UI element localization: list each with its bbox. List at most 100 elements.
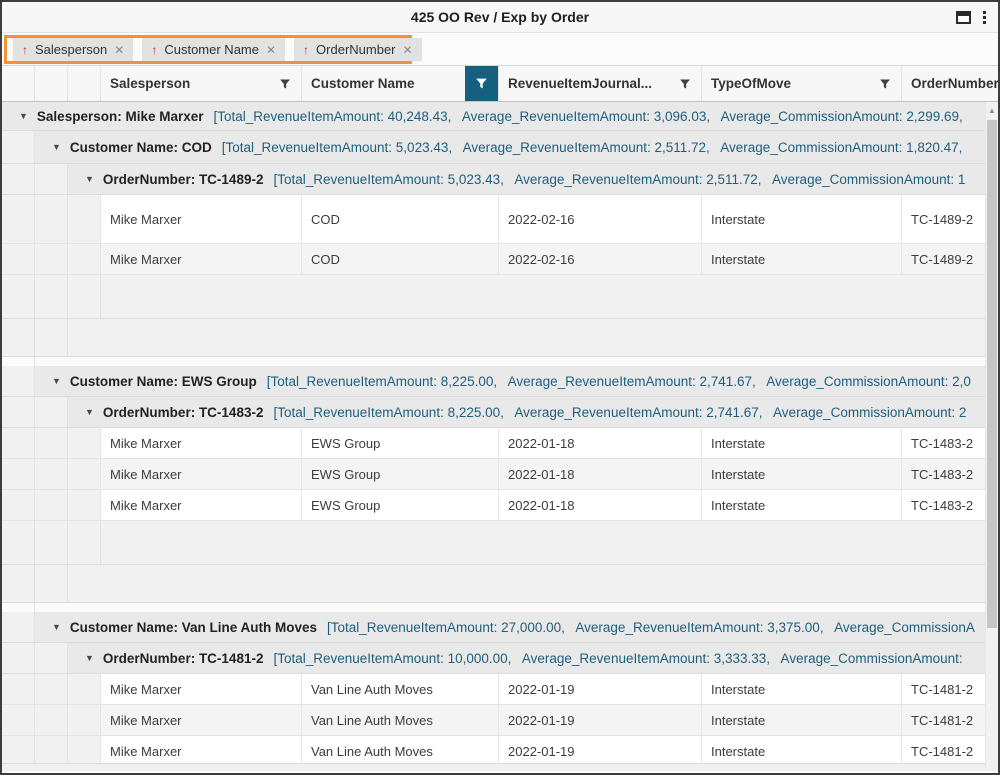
filter-funnel-icon[interactable] [879,78,891,90]
cell-customer-name[interactable]: Van Line Auth Moves [302,674,499,704]
triangle-down-icon[interactable]: ▼ [19,111,28,121]
sort-ascending-arrow-icon: ↑ [151,44,157,56]
column-header-ordernumber[interactable]: OrderNumber [902,66,998,101]
triangle-down-icon[interactable]: ▼ [52,142,61,152]
vertical-scrollbar-thumb[interactable] [987,120,997,628]
cell-ordernumber[interactable]: TC-1489-2 [902,195,998,243]
group-summary: [Total_RevenueItemAmount: 5,023.43, Aver… [273,172,965,187]
cell-ordernumber[interactable]: TC-1483-2 [902,428,998,458]
header-indent-cell [35,66,68,101]
cell-ordernumber[interactable]: TC-1483-2 [902,459,998,489]
column-header-salesperson[interactable]: Salesperson [101,66,302,101]
cell-typeofmove[interactable]: Interstate [702,195,902,243]
cell-journal-date[interactable]: 2022-01-18 [499,490,702,520]
close-icon[interactable]: ✕ [114,44,124,56]
close-icon[interactable]: ✕ [403,44,413,56]
cell-salesperson[interactable]: Mike Marxer [101,428,302,458]
cell-customer-name[interactable]: COD [302,244,499,274]
cell-salesperson[interactable]: Mike Marxer [101,490,302,520]
group-label: Customer Name: COD [70,140,212,155]
cell-customer-name[interactable]: Van Line Auth Moves [302,705,499,735]
filter-funnel-icon[interactable] [279,78,291,90]
group-row-order[interactable]: ▼ OrderNumber: TC-1483-2 [Total_RevenueI… [2,397,998,428]
column-header-typeofmove[interactable]: TypeOfMove [702,66,902,101]
sort-ascending-arrow-icon: ↑ [303,44,309,56]
cell-typeofmove[interactable]: Interstate [702,244,902,274]
cell-journal-date[interactable]: 2022-01-18 [499,459,702,489]
table-row[interactable]: Mike Marxer COD 2022-02-16 Interstate TC… [2,244,998,275]
titlebar: 425 OO Rev / Exp by Order [2,2,998,33]
header-indent-cell [68,66,101,101]
table-row[interactable]: Mike Marxer Van Line Auth Moves 2022-01-… [2,674,998,705]
cell-customer-name[interactable]: EWS Group [302,459,499,489]
filter-funnel-icon[interactable] [679,78,691,90]
group-label: Customer Name: EWS Group [70,374,257,389]
cell-customer-name[interactable]: Van Line Auth Moves [302,736,499,766]
triangle-down-icon[interactable]: ▼ [85,407,94,417]
cell-journal-date[interactable]: 2022-01-19 [499,736,702,766]
column-header-revenueitemjournal[interactable]: RevenueItemJournal... [499,66,702,101]
group-row-customer[interactable]: ▼ Customer Name: Van Line Auth Moves [To… [2,612,998,643]
cell-salesperson[interactable]: Mike Marxer [101,195,302,243]
cell-customer-name[interactable]: COD [302,195,499,243]
cell-ordernumber[interactable]: TC-1489-2 [902,244,998,274]
column-header-customer-name[interactable]: Customer Name [302,66,499,101]
filter-funnel-active-icon[interactable] [465,66,498,101]
group-chip-ordernumber[interactable]: ↑ OrderNumber ✕ [294,38,422,61]
page-title: 425 OO Rev / Exp by Order [2,2,998,32]
group-summary: [Total_RevenueItemAmount: 8,225.00, Aver… [267,374,971,389]
group-label: OrderNumber: TC-1481-2 [103,651,264,666]
cell-customer-name[interactable]: EWS Group [302,490,499,520]
cell-salesperson[interactable]: Mike Marxer [101,244,302,274]
cell-ordernumber[interactable]: TC-1483-2 [902,490,998,520]
cell-journal-date[interactable]: 2022-01-19 [499,705,702,735]
group-label: Salesperson: Mike Marxer [37,109,204,124]
cell-salesperson[interactable]: Mike Marxer [101,705,302,735]
grid-body: ▼ Salesperson: Mike Marxer [Total_Revenu… [2,102,998,771]
cell-customer-name[interactable]: EWS Group [302,428,499,458]
horizontal-scrollbar[interactable] [2,763,985,771]
group-spacer [2,357,998,366]
cell-ordernumber[interactable]: TC-1481-2 [902,705,998,735]
group-by-panel[interactable]: ↑ Salesperson ✕ ↑ Customer Name ✕ ↑ Orde… [2,33,998,66]
triangle-down-icon[interactable]: ▼ [85,174,94,184]
cell-typeofmove[interactable]: Interstate [702,490,902,520]
group-chip-salesperson[interactable]: ↑ Salesperson ✕ [13,38,133,61]
cell-typeofmove[interactable]: Interstate [702,459,902,489]
group-chip-customer-name[interactable]: ↑ Customer Name ✕ [142,38,285,61]
group-row-customer[interactable]: ▼ Customer Name: EWS Group [Total_Revenu… [2,366,998,397]
cell-salesperson[interactable]: Mike Marxer [101,459,302,489]
cell-typeofmove[interactable]: Interstate [702,674,902,704]
cell-journal-date[interactable]: 2022-01-18 [499,428,702,458]
cell-journal-date[interactable]: 2022-02-16 [499,195,702,243]
triangle-down-icon[interactable]: ▼ [52,622,61,632]
window-icon[interactable] [956,11,971,24]
table-row[interactable]: Mike Marxer EWS Group 2022-01-18 Interst… [2,428,998,459]
vertical-scrollbar[interactable]: ▲ [985,102,998,771]
table-row[interactable]: Mike Marxer Van Line Auth Moves 2022-01-… [2,705,998,736]
kebab-menu-icon[interactable] [981,9,988,26]
cell-typeofmove[interactable]: Interstate [702,736,902,766]
annotation-highlight: ↑ Salesperson ✕ ↑ Customer Name ✕ ↑ Orde… [4,35,412,64]
cell-salesperson[interactable]: Mike Marxer [101,736,302,766]
cell-journal-date[interactable]: 2022-01-19 [499,674,702,704]
cell-journal-date[interactable]: 2022-02-16 [499,244,702,274]
cell-ordernumber[interactable]: TC-1481-2 [902,674,998,704]
group-spacer [2,603,998,612]
close-icon[interactable]: ✕ [266,44,276,56]
group-row-salesperson[interactable]: ▼ Salesperson: Mike Marxer [Total_Revenu… [2,102,998,131]
scroll-up-arrow-icon[interactable]: ▲ [986,102,998,118]
table-row[interactable]: Mike Marxer EWS Group 2022-01-18 Interst… [2,459,998,490]
group-row-customer[interactable]: ▼ Customer Name: COD [Total_RevenueItemA… [2,131,998,164]
triangle-down-icon[interactable]: ▼ [52,376,61,386]
group-footer [2,565,998,603]
cell-typeofmove[interactable]: Interstate [702,428,902,458]
group-row-order[interactable]: ▼ OrderNumber: TC-1481-2 [Total_RevenueI… [2,643,998,674]
cell-salesperson[interactable]: Mike Marxer [101,674,302,704]
table-row[interactable]: Mike Marxer COD 2022-02-16 Interstate TC… [2,195,998,244]
cell-typeofmove[interactable]: Interstate [702,705,902,735]
table-row[interactable]: Mike Marxer EWS Group 2022-01-18 Interst… [2,490,998,521]
triangle-down-icon[interactable]: ▼ [85,653,94,663]
cell-ordernumber[interactable]: TC-1481-2 [902,736,998,766]
group-row-order[interactable]: ▼ OrderNumber: TC-1489-2 [Total_RevenueI… [2,164,998,195]
